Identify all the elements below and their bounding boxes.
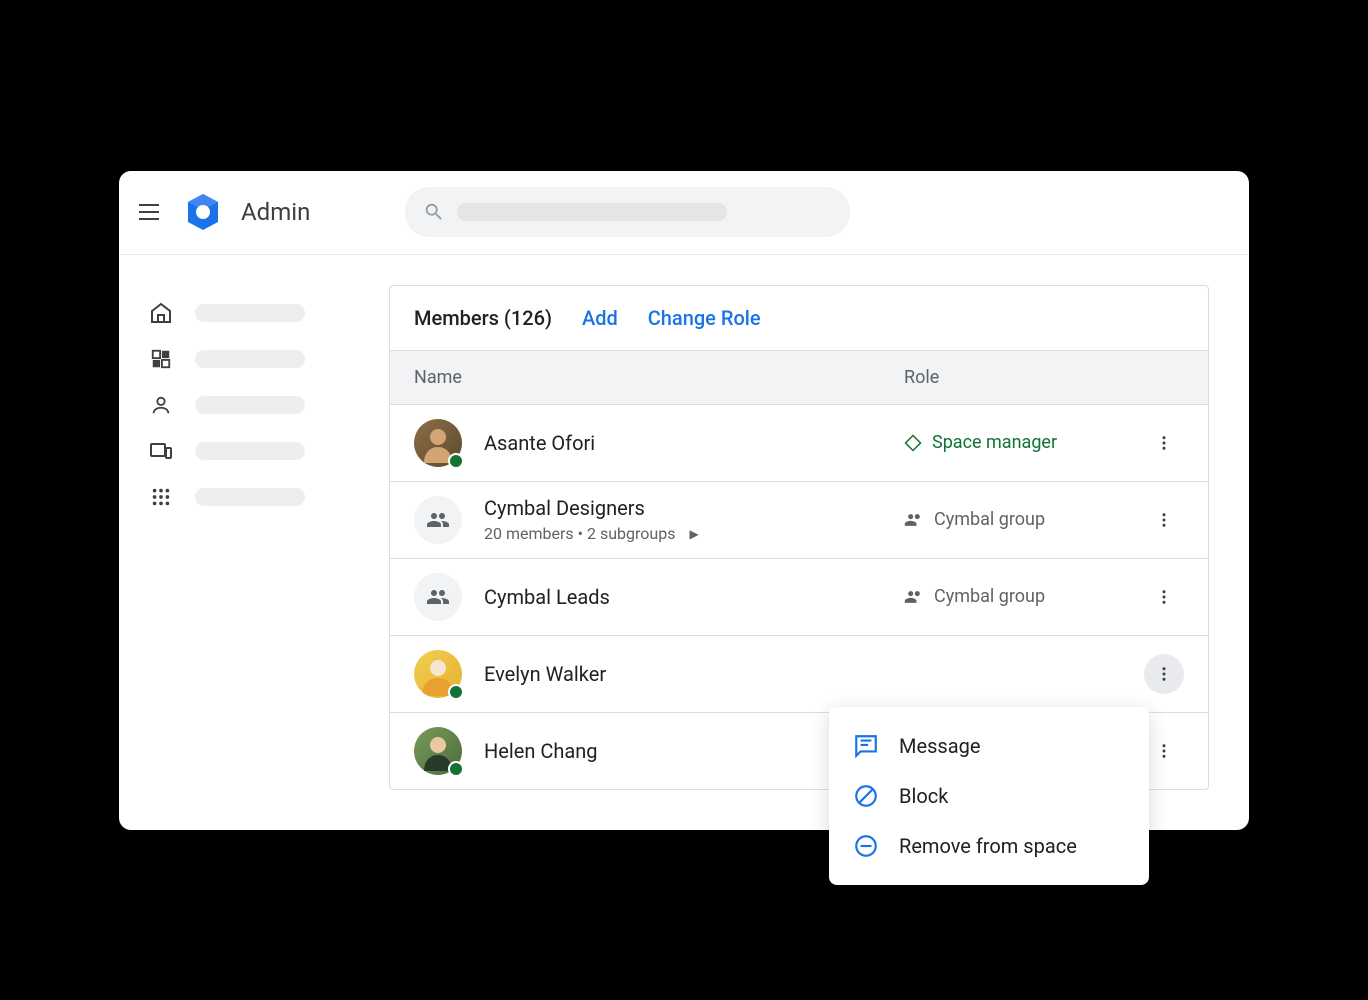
message-icon xyxy=(853,733,879,759)
avatar xyxy=(414,419,462,467)
column-name: Name xyxy=(414,367,904,388)
sidebar-label-skeleton xyxy=(195,442,305,460)
menu-label: Message xyxy=(899,734,980,758)
menu-item-message[interactable]: Message xyxy=(829,721,1149,771)
expand-arrow-icon: ▶ xyxy=(689,527,698,541)
menu-item-block[interactable]: Block xyxy=(829,771,1149,821)
table-header: Name Role xyxy=(390,350,1208,405)
more-actions-button[interactable] xyxy=(1144,577,1184,617)
group-icon xyxy=(904,587,924,607)
member-info: Cymbal Leads xyxy=(484,585,904,609)
avatar xyxy=(414,573,462,621)
home-icon xyxy=(149,301,173,325)
panel-title: Members (126) xyxy=(414,306,552,330)
more-actions-button[interactable] xyxy=(1144,654,1184,694)
role-cell: Cymbal group xyxy=(904,509,1144,530)
add-button[interactable]: Add xyxy=(582,306,618,330)
presence-indicator-icon xyxy=(448,453,464,469)
role-cell: Space manager xyxy=(904,432,1144,453)
group-icon xyxy=(904,510,924,530)
more-actions-button[interactable] xyxy=(1144,500,1184,540)
sidebar-label-skeleton xyxy=(195,488,305,506)
role-cell: Cymbal group xyxy=(904,586,1144,607)
sidebar-label-skeleton xyxy=(195,396,305,414)
menu-label: Remove from space xyxy=(899,834,1077,858)
devices-icon xyxy=(149,439,173,463)
sidebar-item-home[interactable] xyxy=(149,290,389,336)
table-row[interactable]: Asante Ofori Space manager xyxy=(390,405,1208,482)
avatar xyxy=(414,727,462,775)
table-row[interactable]: Cymbal Designers 20 members • 2 subgroup… xyxy=(390,482,1208,559)
table-row[interactable]: Cymbal Leads Cymbal group xyxy=(390,559,1208,636)
member-name: Evelyn Walker xyxy=(484,662,904,686)
sidebar-item-dashboard[interactable] xyxy=(149,336,389,382)
member-name: Cymbal Leads xyxy=(484,585,904,609)
role-label: Space manager xyxy=(932,432,1057,453)
context-menu: Message Block Remove from space xyxy=(829,707,1149,885)
admin-logo-icon xyxy=(183,192,223,232)
role-label: Cymbal group xyxy=(934,586,1045,607)
admin-window: Admin xyxy=(119,171,1249,830)
member-name: Cymbal Designers xyxy=(484,496,904,520)
search-icon xyxy=(423,201,445,223)
person-icon xyxy=(149,393,173,417)
search-input[interactable] xyxy=(405,187,850,237)
diamond-icon xyxy=(904,434,922,452)
presence-indicator-icon xyxy=(448,684,464,700)
avatar xyxy=(414,650,462,698)
group-avatar-icon xyxy=(414,496,462,544)
dashboard-icon xyxy=(149,347,173,371)
sidebar-label-skeleton xyxy=(195,304,305,322)
panel-header: Members (126) Add Change Role xyxy=(390,286,1208,350)
menu-item-remove[interactable]: Remove from space xyxy=(829,821,1149,871)
menu-label: Block xyxy=(899,784,948,808)
search-placeholder-skeleton xyxy=(457,203,727,221)
presence-indicator-icon xyxy=(448,761,464,777)
menu-icon[interactable] xyxy=(139,200,163,224)
app-title: Admin xyxy=(241,198,310,226)
member-subtitle: 20 members • 2 subgroups ▶ xyxy=(484,524,904,543)
member-name: Asante Ofori xyxy=(484,431,904,455)
sidebar-item-users[interactable] xyxy=(149,382,389,428)
change-role-button[interactable]: Change Role xyxy=(648,306,761,330)
table-row[interactable]: Evelyn Walker xyxy=(390,636,1208,713)
column-role: Role xyxy=(904,367,1184,388)
member-info: Cymbal Designers 20 members • 2 subgroup… xyxy=(484,496,904,543)
sidebar-item-devices[interactable] xyxy=(149,428,389,474)
remove-icon xyxy=(853,833,879,859)
member-info: Evelyn Walker xyxy=(484,662,904,686)
sidebar xyxy=(119,285,389,790)
block-icon xyxy=(853,783,879,809)
role-label: Cymbal group xyxy=(934,509,1045,530)
sidebar-item-apps[interactable] xyxy=(149,474,389,520)
member-info: Asante Ofori xyxy=(484,431,904,455)
topbar: Admin xyxy=(119,171,1249,255)
apps-grid-icon xyxy=(149,485,173,509)
avatar xyxy=(414,496,462,544)
group-avatar-icon xyxy=(414,573,462,621)
more-actions-button[interactable] xyxy=(1144,423,1184,463)
more-actions-button[interactable] xyxy=(1144,731,1184,771)
sidebar-label-skeleton xyxy=(195,350,305,368)
